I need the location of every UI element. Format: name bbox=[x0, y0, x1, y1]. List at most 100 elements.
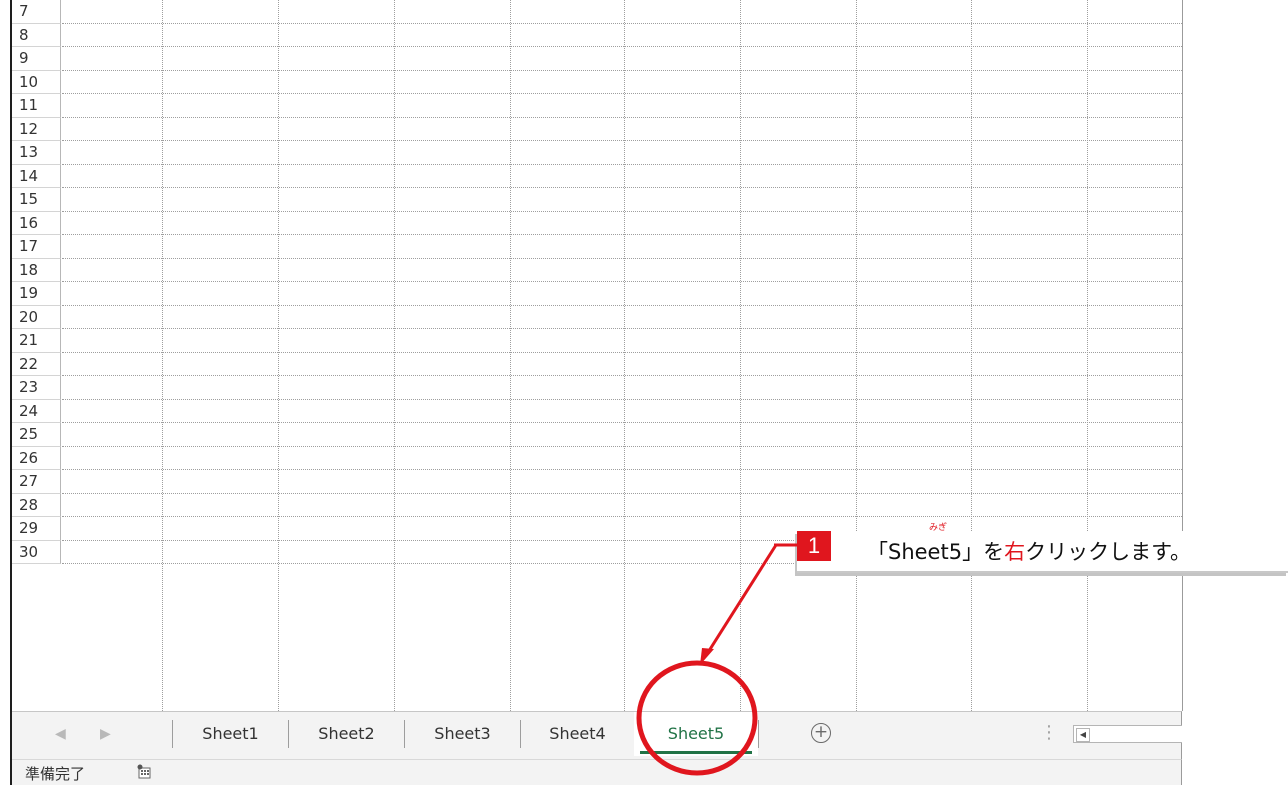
row-cells[interactable] bbox=[62, 376, 1182, 400]
instruction-text-after: クリックします。 bbox=[1025, 540, 1191, 564]
grid-row: 8 bbox=[12, 23, 1182, 47]
row-cells[interactable] bbox=[62, 188, 1182, 212]
grid-row: 24 bbox=[12, 399, 1182, 423]
row-header[interactable]: 8 bbox=[12, 23, 61, 47]
row-cells[interactable] bbox=[62, 329, 1182, 353]
row-header[interactable]: 29 bbox=[12, 517, 61, 541]
row-cells[interactable] bbox=[62, 282, 1182, 306]
row-cells[interactable] bbox=[62, 0, 1182, 24]
row-cells[interactable] bbox=[62, 94, 1182, 118]
row-header[interactable]: 18 bbox=[12, 258, 61, 282]
row-cells[interactable] bbox=[62, 235, 1182, 259]
row-header[interactable]: 13 bbox=[12, 141, 61, 165]
row-cells[interactable] bbox=[62, 47, 1182, 71]
furigana-ruby: みぎ bbox=[929, 523, 948, 533]
grid-row: 17 bbox=[12, 235, 1182, 259]
row-header[interactable]: 15 bbox=[12, 188, 61, 212]
active-tab-underline bbox=[640, 751, 752, 754]
row-header[interactable]: 25 bbox=[12, 423, 61, 447]
grid-row: 9 bbox=[12, 47, 1182, 71]
row-header[interactable]: 27 bbox=[12, 470, 61, 494]
grid-row: 27 bbox=[12, 470, 1182, 494]
row-cells[interactable] bbox=[62, 71, 1182, 94]
window-left-border bbox=[10, 0, 12, 785]
row-header[interactable]: 7 bbox=[12, 0, 61, 24]
add-sheet-plus-icon[interactable]: + bbox=[811, 723, 831, 743]
scroll-left-arrow-icon[interactable]: ◀ bbox=[1076, 728, 1090, 742]
grid-row: 20 bbox=[12, 305, 1182, 329]
status-ready-text: 準備完了 bbox=[25, 765, 86, 783]
row-cells[interactable] bbox=[62, 24, 1182, 47]
column-gridline bbox=[278, 0, 279, 711]
column-gridline bbox=[624, 0, 625, 711]
tab-sheet4[interactable]: Sheet4 bbox=[521, 712, 634, 756]
row-header[interactable]: 26 bbox=[12, 446, 61, 470]
tab-sheet3[interactable]: Sheet3 bbox=[405, 712, 520, 756]
row-cells[interactable] bbox=[62, 447, 1182, 470]
row-cells[interactable] bbox=[62, 353, 1182, 376]
column-gridline bbox=[971, 0, 972, 711]
grid-row: 18 bbox=[12, 258, 1182, 282]
row-cells[interactable] bbox=[62, 470, 1182, 494]
tab-sheet1[interactable]: Sheet1 bbox=[173, 712, 288, 756]
tab-sheet5[interactable]: Sheet5 bbox=[634, 712, 758, 756]
row-header[interactable]: 21 bbox=[12, 329, 61, 353]
grid-row: 14 bbox=[12, 164, 1182, 188]
grid-row: 11 bbox=[12, 94, 1182, 118]
worksheet-grid[interactable]: 7 8 9 10 11 12 13 14 15 16 17 18 19 20 21 22 23 24 25 26 27 2… bbox=[10, 0, 1183, 711]
row-header[interactable]: 9 bbox=[12, 47, 61, 71]
macro-record-icon[interactable] bbox=[136, 764, 152, 780]
sheet-tab-bar: ◀ ▶ Sheet1 Sheet2 Sheet3 Sheet4 Sheet5 +… bbox=[12, 711, 1182, 759]
status-bar: 準備完了 bbox=[12, 759, 1182, 785]
row-header[interactable]: 23 bbox=[12, 376, 61, 400]
column-gridline bbox=[856, 0, 857, 711]
grid-row: 13 bbox=[12, 141, 1182, 165]
row-header[interactable]: 12 bbox=[12, 117, 61, 141]
row-header[interactable]: 14 bbox=[12, 164, 61, 188]
splitter-dots-icon[interactable]: ⋮ bbox=[1040, 722, 1058, 743]
row-header[interactable]: 10 bbox=[12, 70, 61, 94]
grid-row: 10 bbox=[12, 70, 1182, 94]
grid-row: 19 bbox=[12, 282, 1182, 306]
row-header[interactable]: 16 bbox=[12, 211, 61, 235]
row-header[interactable]: 30 bbox=[12, 540, 61, 564]
row-cells[interactable] bbox=[62, 141, 1182, 165]
tab-sheet5-label: Sheet5 bbox=[667, 724, 725, 743]
row-cells[interactable] bbox=[62, 423, 1182, 447]
grid-row: 23 bbox=[12, 376, 1182, 400]
row-header[interactable]: 19 bbox=[12, 282, 61, 306]
row-cells[interactable] bbox=[62, 494, 1182, 517]
row-cells[interactable] bbox=[62, 212, 1182, 235]
grid-row: 21 bbox=[12, 329, 1182, 353]
row-header[interactable]: 28 bbox=[12, 493, 61, 517]
column-gridline bbox=[1087, 0, 1088, 711]
instruction-highlight: 右 bbox=[1004, 540, 1026, 564]
row-cells[interactable] bbox=[62, 259, 1182, 282]
grid-row: 16 bbox=[12, 211, 1182, 235]
grid-row: 15 bbox=[12, 188, 1182, 212]
grid-rows: 7 8 9 10 11 12 13 14 15 16 17 18 19 20 21 22 23 24 25 26 27 2… bbox=[12, 0, 1182, 711]
row-header[interactable]: 17 bbox=[12, 235, 61, 259]
row-header[interactable]: 11 bbox=[12, 94, 61, 118]
row-header[interactable]: 24 bbox=[12, 399, 61, 423]
grid-row: 25 bbox=[12, 423, 1182, 447]
row-header[interactable]: 20 bbox=[12, 305, 61, 329]
row-cells[interactable] bbox=[62, 400, 1182, 423]
column-gridline bbox=[510, 0, 511, 711]
instruction-text-before: 「Sheet5」を bbox=[867, 540, 1005, 564]
row-cells[interactable] bbox=[62, 165, 1182, 188]
tab-prev-arrow-icon[interactable]: ◀ bbox=[55, 726, 66, 742]
step-number-badge: 1 bbox=[797, 531, 831, 561]
column-gridline bbox=[740, 0, 741, 711]
column-gridline bbox=[394, 0, 395, 711]
row-cells[interactable] bbox=[62, 118, 1182, 141]
instruction-callout: 1 「Sheet5」を右クリックします。 bbox=[797, 531, 1288, 573]
tab-separator bbox=[758, 720, 759, 748]
grid-row: 7 bbox=[12, 0, 1182, 24]
tab-next-arrow-icon[interactable]: ▶ bbox=[100, 726, 111, 742]
row-header[interactable]: 22 bbox=[12, 352, 61, 376]
tab-sheet2[interactable]: Sheet2 bbox=[289, 712, 404, 756]
grid-row: 12 bbox=[12, 117, 1182, 141]
horizontal-scrollbar[interactable]: ◀ bbox=[1073, 725, 1182, 743]
row-cells[interactable] bbox=[62, 306, 1182, 329]
